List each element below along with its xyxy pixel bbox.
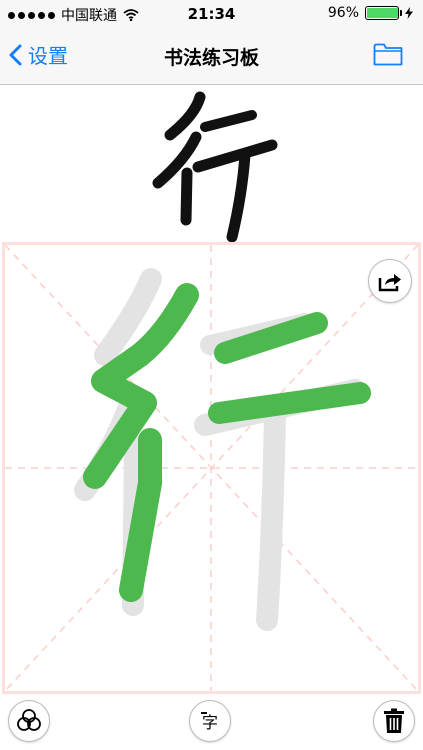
battery-icon [365, 6, 402, 20]
status-right: 96% [328, 5, 413, 21]
practice-canvas[interactable] [5, 245, 418, 691]
battery-percent: 96% [327, 5, 359, 21]
page-title: 书法练习板 [163, 47, 259, 69]
model-character [152, 91, 278, 243]
brush-style-icon [17, 709, 41, 731]
share-icon [378, 274, 401, 292]
model-character-area [0, 85, 423, 243]
trash-icon [384, 708, 404, 733]
navigation-bar: 设置 书法练习板 [0, 28, 423, 85]
share-button[interactable] [368, 259, 412, 303]
bottom-toolbar: 字 [0, 694, 423, 750]
character-select-button[interactable]: 字 [189, 700, 231, 742]
folder-icon [373, 43, 403, 66]
folder-button[interactable] [373, 42, 403, 70]
brush-style-button[interactable] [8, 700, 50, 742]
char-button-mark [201, 712, 207, 714]
practice-board[interactable] [2, 242, 421, 694]
status-bar: 中国联通 21:34 96% [0, 0, 423, 28]
clear-button[interactable] [373, 700, 415, 742]
charging-bolt-icon [405, 7, 413, 19]
